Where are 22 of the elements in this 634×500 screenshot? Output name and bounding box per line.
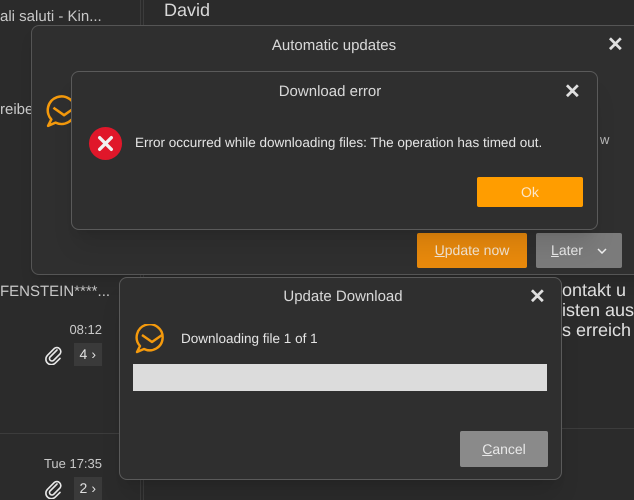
close-button[interactable]: ✕ [564,82,581,102]
message-time: 08:12 [69,320,102,338]
message-time: Tue 17:35 [44,454,102,472]
message-text: s erreich [562,320,632,340]
error-icon [88,126,123,161]
download-status: Downloading file 1 of 1 [181,330,318,348]
dialog-title: Update Download [283,288,403,305]
close-button[interactable]: ✕ [607,35,624,55]
message-subject: FENSTEIN****... [0,282,110,302]
message-text: isten aus [562,300,634,320]
dialog-title: Automatic updates [272,37,396,54]
sender-name: David [164,0,210,20]
error-message: Error occurred while downloading files: The operation has timed out. [135,134,542,152]
update-message: w [600,131,610,149]
close-button[interactable]: ✕ [529,287,546,307]
message-text: ontakt u [562,280,627,300]
thread-count-badge[interactable]: 2 › [74,477,102,500]
dialog-title: Download error [278,83,382,100]
message-subject: ali saluti - Kin... [0,7,102,27]
thread-count-badge[interactable]: 4 › [74,343,102,366]
chevron-down-icon [596,248,607,254]
envelope-bubble-icon [135,324,167,354]
